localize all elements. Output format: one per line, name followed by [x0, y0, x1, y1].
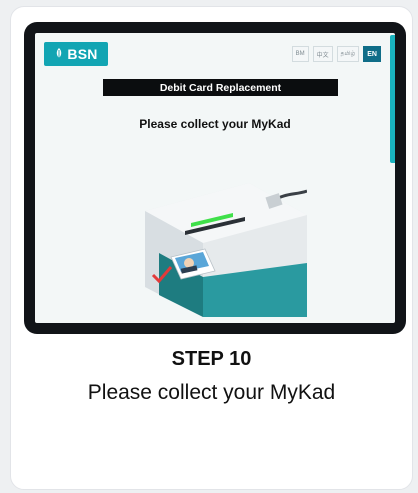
- step-label: STEP 10: [171, 348, 252, 370]
- language-en[interactable]: EN: [363, 46, 381, 62]
- bsn-logo: BSN: [44, 42, 108, 66]
- language-zh[interactable]: 中文: [312, 46, 333, 62]
- kiosk-screen: BSN BM 中文 தமிழ் EN Debit Card Replacemen…: [35, 33, 395, 323]
- language-selector: BM 中文 தமிழ் EN: [291, 46, 381, 62]
- leaf-icon: [57, 48, 62, 60]
- step-message: Please collect your MyKad: [87, 381, 336, 404]
- language-bm[interactable]: BM: [291, 46, 309, 62]
- card-slot-illustration: [145, 183, 307, 317]
- screen-accent-bar: [390, 35, 395, 163]
- screen-instruction: Please collect your MyKad: [139, 117, 291, 131]
- language-ta[interactable]: தமிழ்: [336, 46, 360, 62]
- brand-name: BSN: [67, 46, 98, 62]
- screen-title: Debit Card Replacement: [103, 79, 338, 96]
- tablet-frame: BSN BM 中文 தமிழ் EN Debit Card Replacemen…: [24, 22, 406, 334]
